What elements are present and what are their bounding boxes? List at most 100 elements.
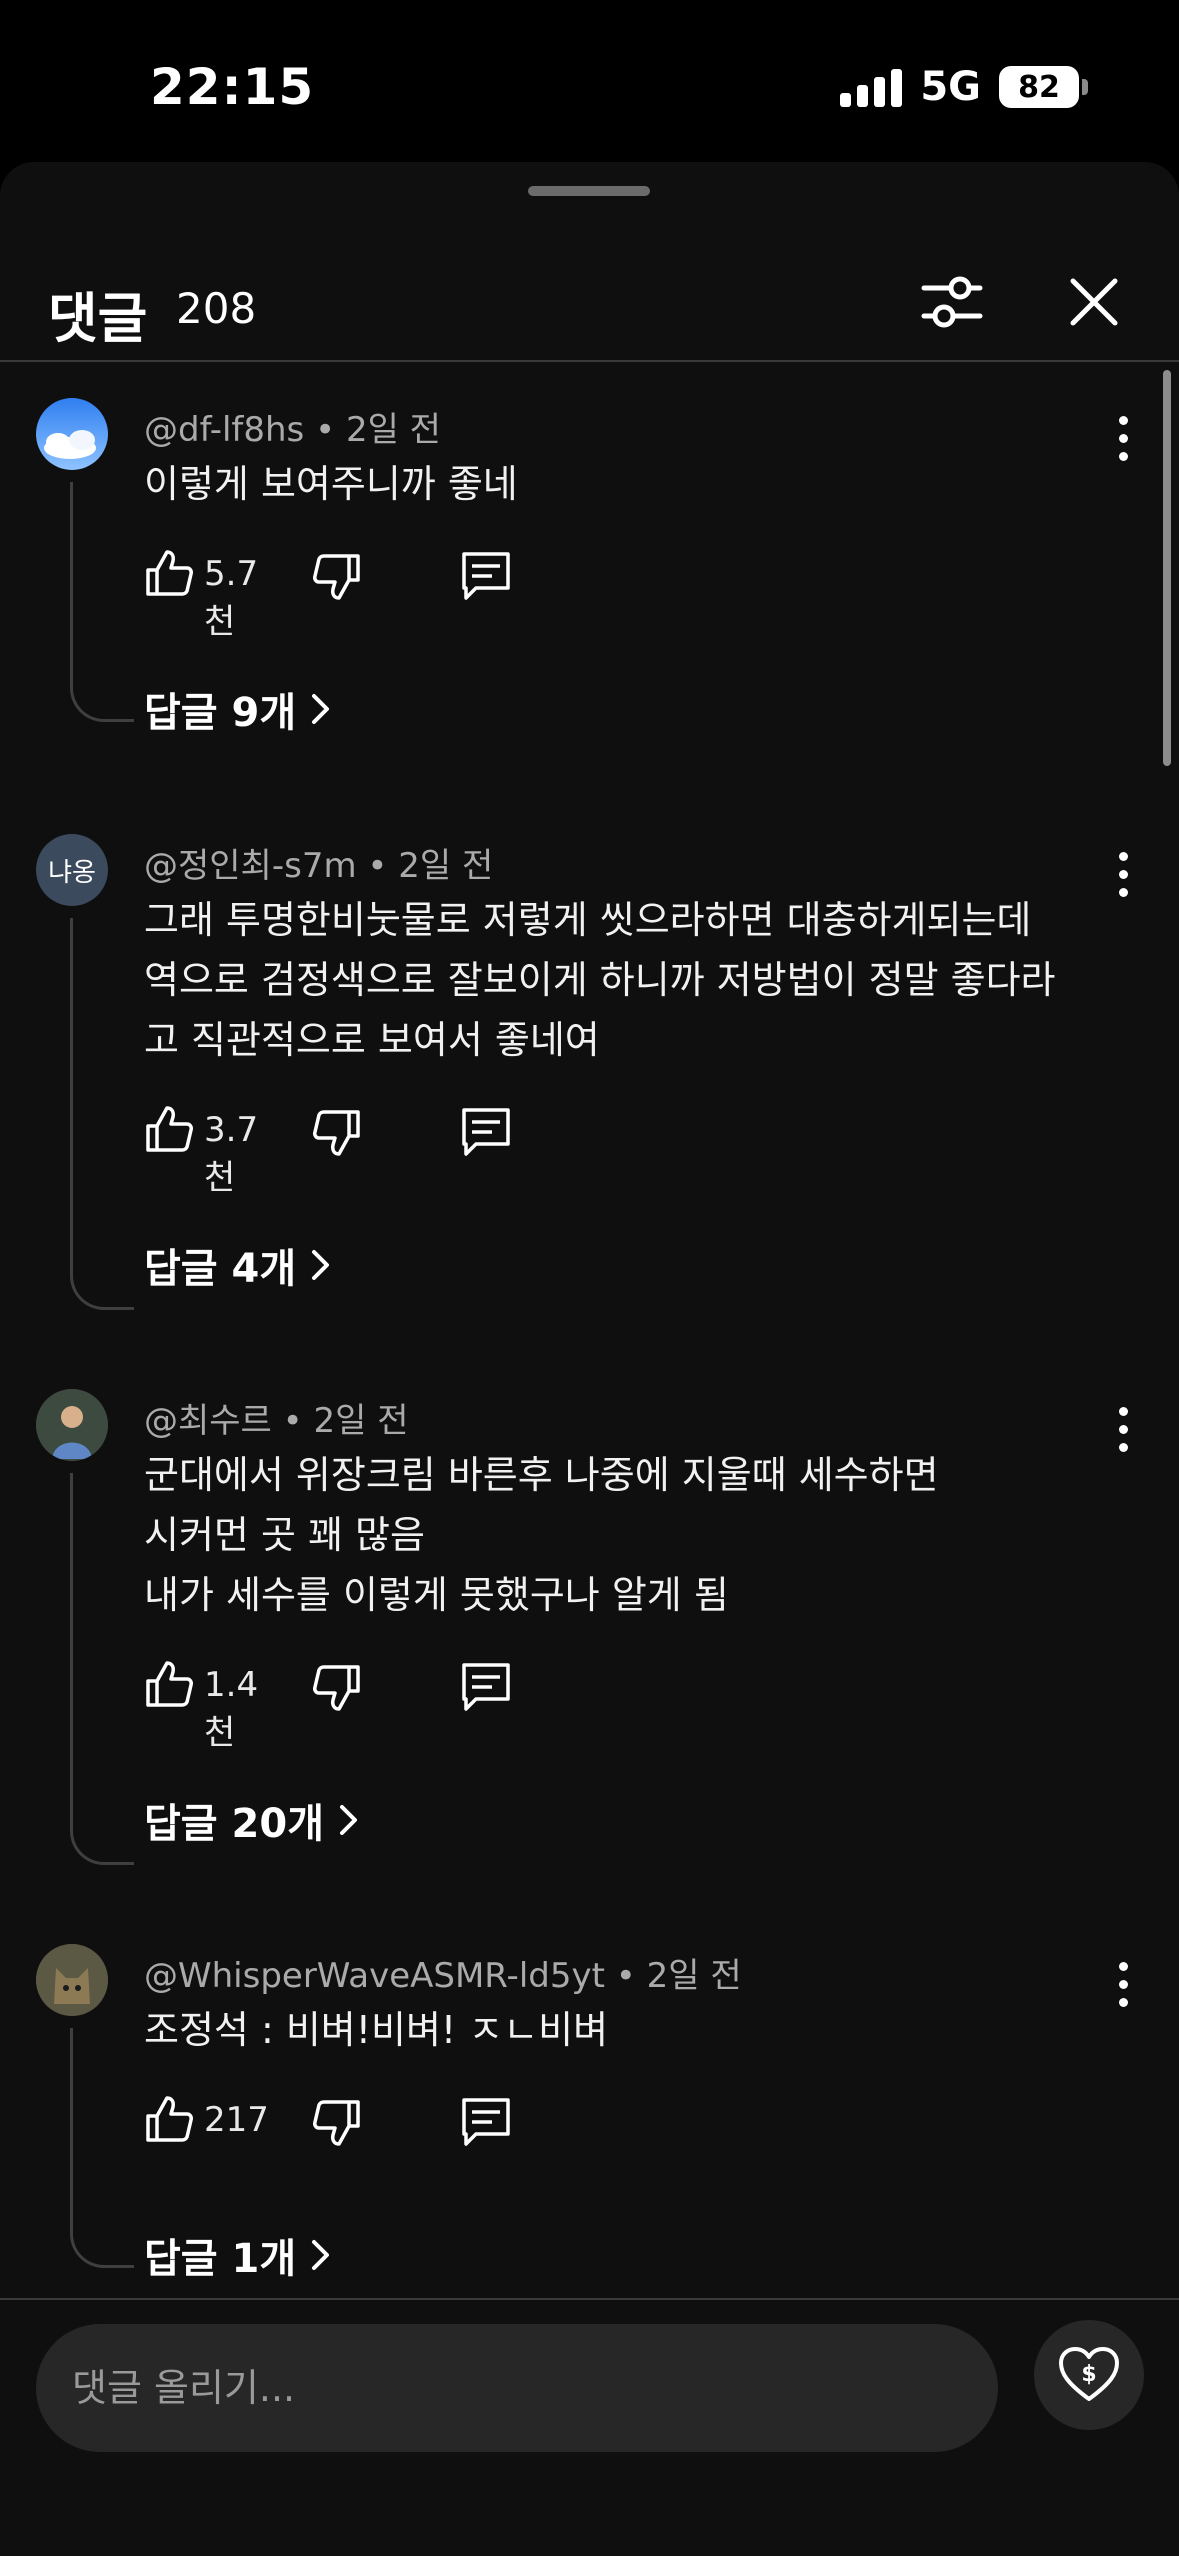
dislike-button[interactable]: [312, 1663, 362, 1717]
comment-icon: [462, 1663, 510, 1711]
status-indicators: 5G 82: [840, 64, 1088, 110]
like-button[interactable]: [144, 1104, 194, 1158]
comment-line: 이렇게 보여주니까 좋네: [144, 462, 518, 506]
comments-header: 댓글 208: [0, 222, 1179, 362]
dislike-button[interactable]: [312, 552, 362, 606]
like-count: 3.7천: [204, 1110, 259, 1198]
comment-line: 군대에서 위장크림 바른후 나중에 지울때 세수하면: [144, 1453, 939, 1497]
comment-meta: @정인최-s7m • 2일 전: [144, 846, 494, 886]
comment-list[interactable]: @df-lf8hs • 2일 전 이렇게 보여주니까 좋네 5.7천 답글 9개: [0, 362, 1179, 2298]
comment-text: 그래 투명한비눗물로 저렇게 씻으라하면 대충하게되는데 역으로 검정색으로 잘…: [144, 890, 1104, 1070]
like-count: 5.7천: [204, 554, 259, 642]
thumbs-up-icon: [146, 1661, 193, 1707]
thumbs-down-icon: [313, 1665, 360, 1711]
thumbs-up-icon: [146, 550, 193, 596]
sky-avatar-image: [44, 430, 96, 459]
thread-line: [70, 482, 134, 722]
reply-button[interactable]: [460, 550, 512, 606]
cat-avatar-image: [36, 1944, 108, 2016]
comment-time: 2일 전: [646, 1956, 742, 1996]
chevron-right-icon: [340, 1805, 357, 1835]
comment-line: 역으로 검정색으로 잘보이게 하니까 저방법이 정말 좋다라: [144, 958, 1056, 1002]
person-avatar-image: [36, 1389, 108, 1461]
status-bar: 22:15 5G 82: [0, 0, 1179, 160]
comment-line: 조정석 : 비벼!비벼! ㅈㄴ비벼: [144, 2008, 609, 2052]
scrollbar[interactable]: [1163, 370, 1171, 766]
comment-meta: @최수르 • 2일 전: [144, 1401, 409, 1441]
composer-divider: [0, 2298, 1179, 2300]
thread-line: [70, 1473, 134, 1865]
view-replies-button[interactable]: 답글 9개: [144, 680, 332, 738]
like-button[interactable]: [144, 548, 194, 602]
comment-text: 조정석 : 비벼!비벼! ㅈㄴ비벼: [144, 2000, 1104, 2060]
avatar[interactable]: [36, 1944, 108, 2016]
thumbs-down-icon: [313, 554, 360, 600]
comment-author[interactable]: @정인최-s7m: [144, 846, 357, 886]
comment-time: 2일 전: [313, 1401, 409, 1441]
comment-author[interactable]: @df-lf8hs: [144, 410, 304, 450]
thumbs-down-icon: [313, 2100, 360, 2146]
chevron-right-icon: [312, 1250, 330, 1280]
comment-icon: [462, 552, 510, 600]
more-options-button[interactable]: [1113, 852, 1133, 897]
comment-time: 2일 전: [398, 846, 494, 886]
avatar[interactable]: 냐옹: [36, 834, 108, 906]
reply-button[interactable]: [460, 2096, 512, 2152]
view-replies-button[interactable]: 답글 1개: [144, 2226, 332, 2284]
like-count: 217: [204, 2100, 269, 2140]
thread-line: [70, 918, 134, 1310]
thumbs-up-icon: [146, 1106, 193, 1152]
thumbs-down-icon: [313, 1110, 360, 1156]
reply-button[interactable]: [460, 1106, 512, 1162]
more-options-button[interactable]: [1113, 1962, 1133, 2007]
comment-icon: [462, 2098, 510, 2146]
filter-button[interactable]: [912, 262, 992, 342]
network-label: 5G: [920, 64, 981, 110]
sliders-icon: [921, 276, 983, 328]
comment-time: 2일 전: [345, 410, 441, 450]
comment-line: 고 직관적으로 보여서 좋네여: [144, 1018, 600, 1062]
comments-sheet: 댓글 208 @df-lf8hs • 2일 전 이렇게 보여주니까 좋네 5.7…: [0, 162, 1179, 2556]
comment-input[interactable]: [36, 2324, 998, 2452]
comment-meta: @df-lf8hs • 2일 전: [144, 410, 441, 450]
svg-text:$: $: [1081, 2362, 1096, 2387]
replies-label: 답글 1개: [144, 2236, 297, 2282]
dislike-button[interactable]: [312, 1108, 362, 1162]
view-replies-button[interactable]: 답글 20개: [144, 1791, 360, 1849]
comment-author[interactable]: @WhisperWaveASMR-ld5yt: [144, 1956, 605, 1996]
avatar[interactable]: [36, 1389, 108, 1461]
replies-label: 답글 20개: [144, 1801, 324, 1847]
view-replies-button[interactable]: 답글 4개: [144, 1236, 332, 1294]
heart-dollar-icon: $: [1059, 2347, 1119, 2401]
chevron-right-icon: [312, 694, 330, 724]
status-time: 22:15: [150, 58, 315, 116]
sheet-drag-handle[interactable]: [528, 186, 650, 196]
comment-composer: $: [0, 2298, 1179, 2556]
close-icon: [1070, 278, 1118, 326]
like-button[interactable]: [144, 1659, 194, 1713]
comment-text: 이렇게 보여주니까 좋네: [144, 454, 1104, 514]
signal-icon: [840, 67, 903, 107]
comment-icon: [462, 1108, 510, 1156]
more-options-button[interactable]: [1113, 1407, 1133, 1452]
comment-line: 내가 세수를 이렇게 못했구나 알게 됨: [144, 1573, 729, 1617]
like-count: 1.4천: [204, 1665, 259, 1753]
replies-label: 답글 9개: [144, 690, 297, 736]
comment-line: 시커먼 곳 꽤 많음: [144, 1513, 425, 1557]
super-thanks-button[interactable]: $: [1034, 2320, 1144, 2430]
avatar[interactable]: [36, 398, 108, 470]
comments-count: 208: [176, 284, 257, 333]
comment-author[interactable]: @최수르: [144, 1401, 272, 1441]
chevron-right-icon: [312, 2240, 330, 2270]
thumbs-up-icon: [146, 2096, 193, 2142]
reply-button[interactable]: [460, 1661, 512, 1717]
battery-icon: 82: [999, 66, 1088, 108]
comment-line: 그래 투명한비눗물로 저렇게 씻으라하면 대충하게되는데: [144, 898, 1032, 942]
more-options-button[interactable]: [1113, 416, 1133, 461]
dislike-button[interactable]: [312, 2098, 362, 2152]
close-button[interactable]: [1054, 262, 1134, 342]
comment-text: 군대에서 위장크림 바른후 나중에 지울때 세수하면 시커먼 곳 꽤 많음 내가…: [144, 1445, 1104, 1625]
like-button[interactable]: [144, 2094, 194, 2148]
replies-label: 답글 4개: [144, 1246, 297, 1292]
thread-line: [70, 2028, 134, 2268]
